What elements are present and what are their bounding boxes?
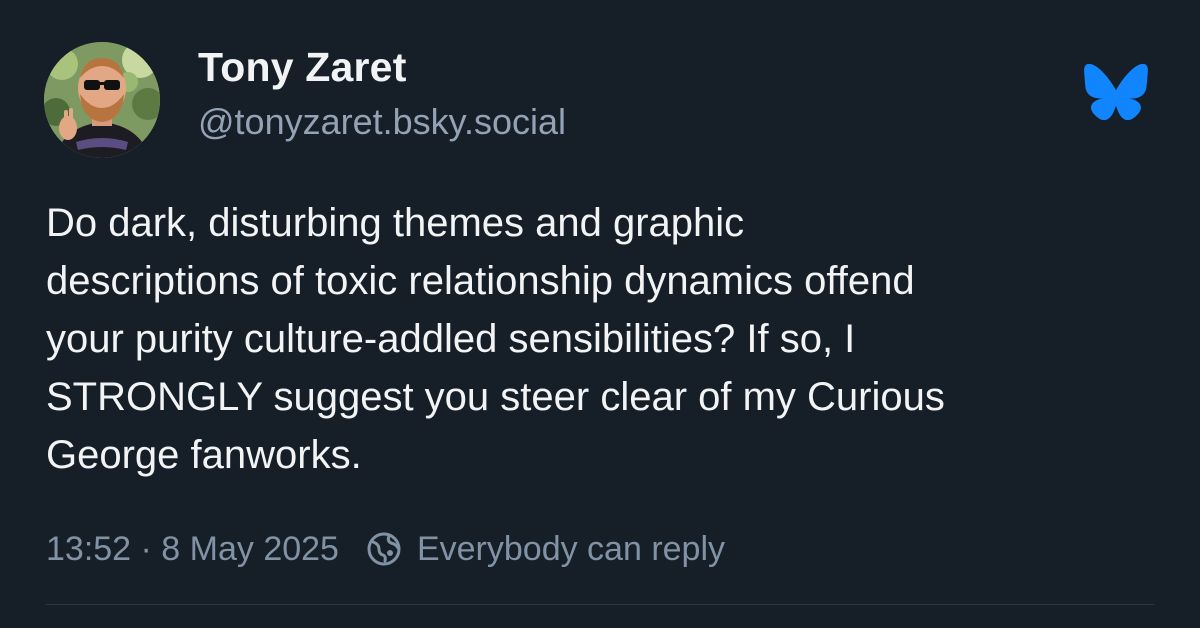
globe-icon (367, 532, 401, 566)
author-display-name[interactable]: Tony Zaret (198, 42, 566, 92)
author-handle[interactable]: @tonyzaret.bsky.social (198, 100, 566, 144)
post-meta: 13:52 · 8 May 2025 Everybody can reply (46, 524, 725, 574)
bluesky-butterfly-icon[interactable] (1083, 62, 1149, 122)
avatar-photo (44, 42, 160, 158)
post-timestamp[interactable]: 13:52 · 8 May 2025 (46, 530, 339, 569)
reply-setting[interactable]: Everybody can reply (365, 530, 725, 569)
reply-setting-label: Everybody can reply (416, 529, 726, 568)
post-text: Do dark, disturbing themes and graphic d… (46, 201, 945, 477)
divider (46, 604, 1154, 605)
avatar[interactable] (44, 42, 160, 158)
post-card: Tony Zaret @tonyzaret.bsky.social Do dar… (0, 0, 1200, 628)
bluesky-logo-svg (1084, 63, 1148, 121)
author-info: Tony Zaret @tonyzaret.bsky.social (198, 42, 566, 144)
